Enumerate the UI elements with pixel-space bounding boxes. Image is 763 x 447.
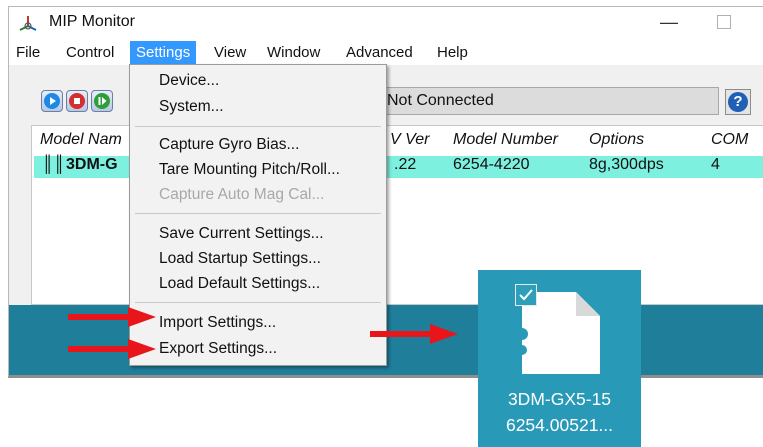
title-bar[interactable]: MIP Monitor — <box>9 7 763 39</box>
cell-options: 8g,300dps <box>589 156 664 173</box>
checkmark-icon <box>519 289 533 301</box>
menu-window[interactable]: Window <box>267 42 320 64</box>
minimize-button[interactable]: — <box>657 10 681 34</box>
menu-item-import-settings[interactable]: Import Settings... <box>159 314 276 332</box>
menu-item-load-default[interactable]: Load Default Settings... <box>159 275 320 293</box>
file-name-line1: 3DM-GX5-15 <box>507 389 612 409</box>
menu-item-tare-mounting[interactable]: Tare Mounting Pitch/Roll... <box>159 161 340 179</box>
menu-item-system[interactable]: System... <box>159 98 224 116</box>
app-logo-icon <box>19 16 37 31</box>
stop-button[interactable] <box>66 90 88 112</box>
cell-model-number: 6254-4220 <box>453 156 530 173</box>
help-icon: ? <box>728 92 748 112</box>
col-model-number[interactable]: Model Number <box>453 131 558 149</box>
menu-item-device[interactable]: Device... <box>159 72 219 90</box>
menu-separator <box>135 213 381 214</box>
arrow-import-icon <box>68 307 156 327</box>
stop-icon <box>69 93 85 109</box>
menu-item-load-startup[interactable]: Load Startup Settings... <box>159 250 321 268</box>
menu-item-capture-gyro-bias[interactable]: Capture Gyro Bias... <box>159 136 299 154</box>
menu-advanced[interactable]: Advanced <box>346 42 413 64</box>
maximize-button[interactable] <box>717 15 731 29</box>
arrow-to-file-icon <box>370 324 458 344</box>
menu-control[interactable]: Control <box>66 42 114 64</box>
file-name-line2: 6254.00521... <box>505 415 614 435</box>
menu-item-save-current[interactable]: Save Current Settings... <box>159 225 324 243</box>
device-icon: ║║ <box>42 156 65 173</box>
cell-fw-ver: .22 <box>394 156 417 173</box>
menu-bar: File Control Settings View Window Advanc… <box>9 39 763 65</box>
menu-separator <box>135 302 381 303</box>
connection-status: Not Connected <box>374 87 719 115</box>
start-button[interactable] <box>41 90 63 112</box>
col-options[interactable]: Options <box>589 131 644 149</box>
col-com[interactable]: COM <box>711 131 748 149</box>
desktop-file[interactable]: 3DM-GX5-15 6254.00521... <box>478 270 641 447</box>
window-title: MIP Monitor <box>49 13 135 30</box>
menu-item-capture-auto-mag-cal: Capture Auto Mag Cal... <box>159 186 325 203</box>
cell-model-name: 3DM-G <box>66 156 118 173</box>
menu-separator <box>135 126 381 127</box>
selection-checkbox[interactable] <box>515 284 537 306</box>
file-name: 3DM-GX5-15 6254.00521... <box>478 386 641 438</box>
menu-item-export-settings[interactable]: Export Settings... <box>159 340 277 358</box>
menu-settings[interactable]: Settings <box>130 41 197 65</box>
arrow-export-icon <box>68 339 156 359</box>
settings-menu: Device... System... Capture Gyro Bias...… <box>129 64 387 366</box>
help-button[interactable]: ? <box>725 89 751 115</box>
step-icon <box>94 93 110 109</box>
col-fw-ver[interactable]: V Ver <box>390 131 429 149</box>
menu-file[interactable]: File <box>16 42 40 64</box>
step-button[interactable] <box>91 90 113 112</box>
col-model-name[interactable]: Model Nam <box>40 131 122 149</box>
menu-view[interactable]: View <box>214 42 246 64</box>
cell-com: 4 <box>711 156 720 173</box>
menu-help[interactable]: Help <box>437 42 468 64</box>
play-icon <box>44 93 60 109</box>
